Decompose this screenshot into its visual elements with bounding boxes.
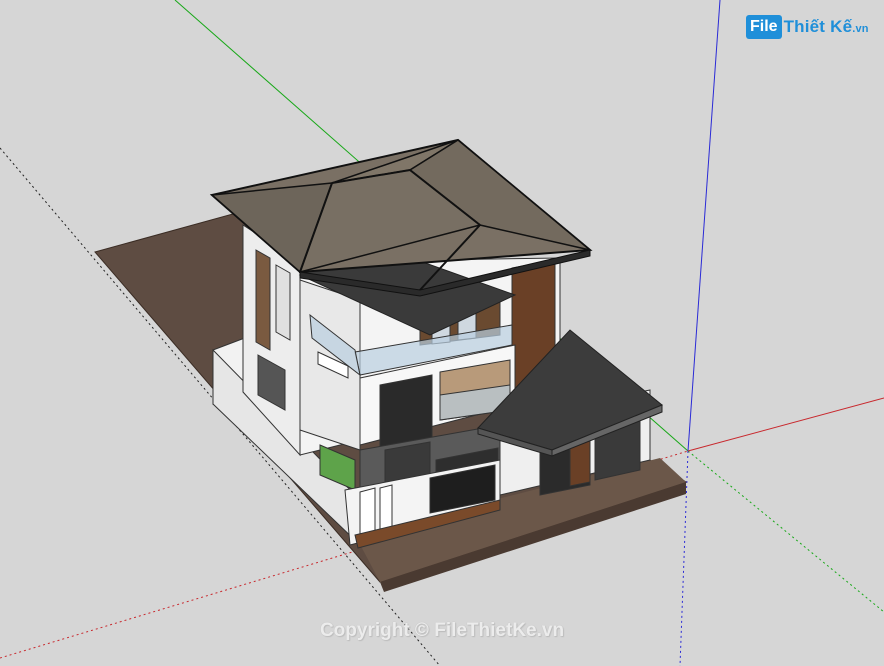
filethietke-logo[interactable]: File Thiết Kế.vn [746, 14, 869, 40]
logo-suffix: .vn [852, 23, 869, 35]
logo-box-text: File [746, 15, 782, 39]
copyright-watermark: Copyright © FileThietKe.vn [319, 620, 565, 641]
blue-axis [687, 0, 721, 452]
logo-main-text: Thiết Kế [783, 17, 853, 36]
sketchup-viewport[interactable]: File Thiết Kế.vn Copyright © FileThietKe… [0, 0, 884, 666]
model-scene[interactable] [0, 0, 884, 666]
green-axis-dashed [687, 450, 884, 613]
red-axis [687, 397, 884, 452]
logo-text: Thiết Kế.vn [784, 17, 869, 37]
